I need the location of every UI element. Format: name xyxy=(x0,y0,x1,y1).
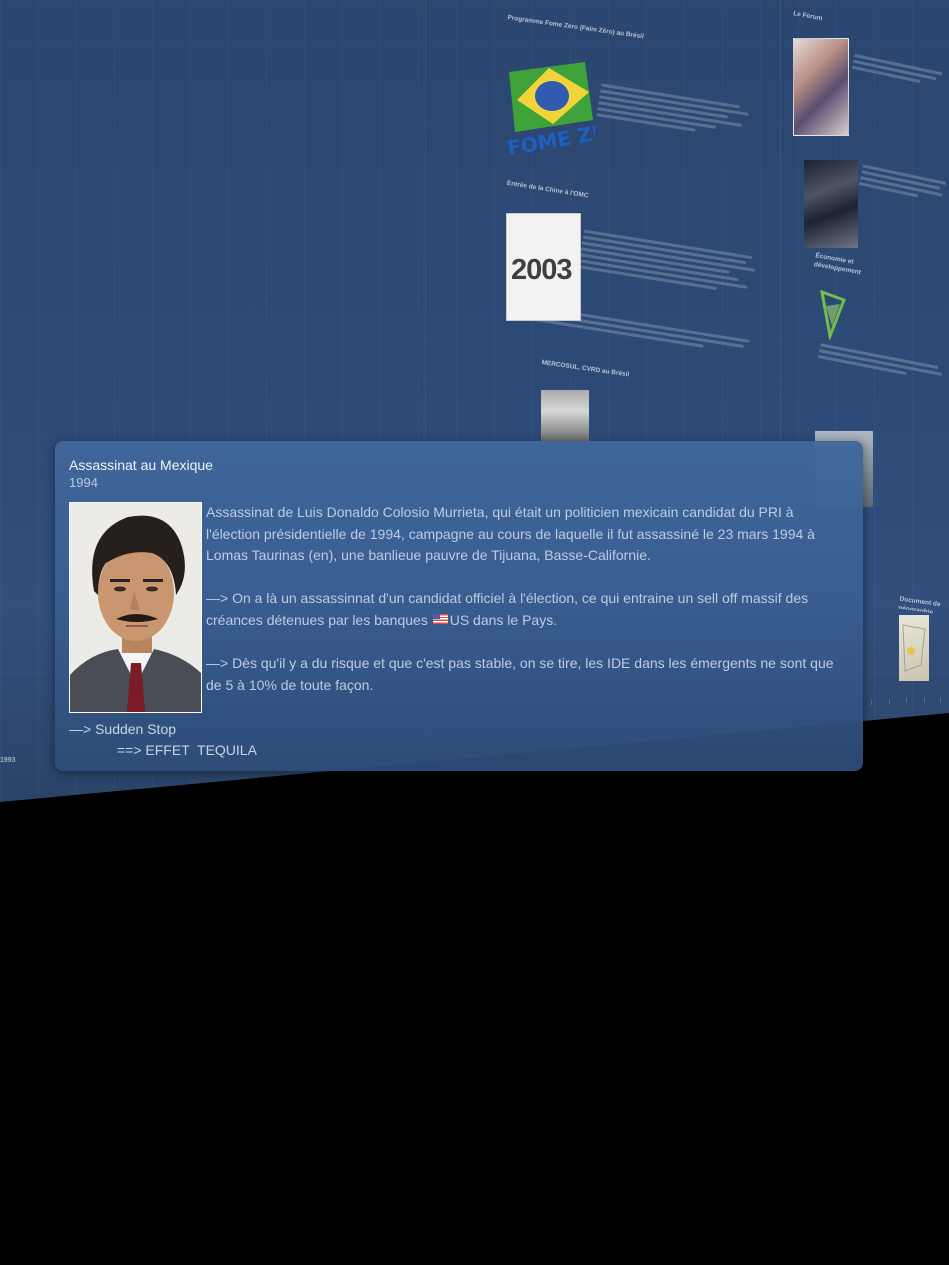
tick: | xyxy=(940,697,942,703)
event-year: 1994 xyxy=(69,475,98,490)
building-photo-thumbnail[interactable] xyxy=(541,390,589,442)
map-thumbnail[interactable] xyxy=(899,615,929,681)
colosio-portrait xyxy=(70,503,201,712)
portrait-image[interactable] xyxy=(69,502,202,713)
timeline-view: Programme Fome Zero (Faim Zéro) au Brési… xyxy=(0,0,949,1265)
thumbnail-2003[interactable]: 2003 xyxy=(506,213,581,321)
empty-floor xyxy=(0,810,949,1265)
sudden-stop-line: —> Sudden Stop xyxy=(69,721,177,737)
description-paragraph-1: Assassinat de Luis Donaldo Colosio Murri… xyxy=(206,504,815,564)
thumbnail-2003-text: 2003 xyxy=(511,254,573,286)
tick: | xyxy=(924,697,926,703)
tick: | xyxy=(871,700,873,706)
effet-tequila-line: ==> EFFET TEQUILA xyxy=(117,742,257,758)
us-flag-icon xyxy=(432,613,448,624)
event-title: Assassinat au Mexique xyxy=(69,457,213,473)
description-paragraph-2-tail: US dans le Pays. xyxy=(449,611,558,628)
brazil-flag-icon: FOME ZERO xyxy=(507,62,595,160)
event-description: Assassinat de Luis Donaldo Colosio Murri… xyxy=(206,502,851,718)
forum-photo-thumbnail[interactable] xyxy=(793,38,849,136)
fome-zero-thumbnail[interactable]: FOME ZERO xyxy=(507,62,595,162)
meeting-photo-thumbnail[interactable] xyxy=(804,160,858,248)
event-detail-card[interactable]: Assassinat au Mexique 1994 Assassinat de… xyxy=(55,441,863,771)
map-icon xyxy=(902,624,926,672)
green-logo-icon[interactable] xyxy=(818,288,848,340)
description-paragraph-3: —> Dès qu'il y a du risque et que c'est … xyxy=(206,654,834,693)
tick: | xyxy=(889,699,891,705)
tick: | xyxy=(906,698,908,704)
leaf-logo-icon xyxy=(820,289,846,340)
description-paragraph-2: —> On a là un assassinnat d'un candidat … xyxy=(206,588,851,631)
axis-year-label: 1993 xyxy=(0,757,16,764)
